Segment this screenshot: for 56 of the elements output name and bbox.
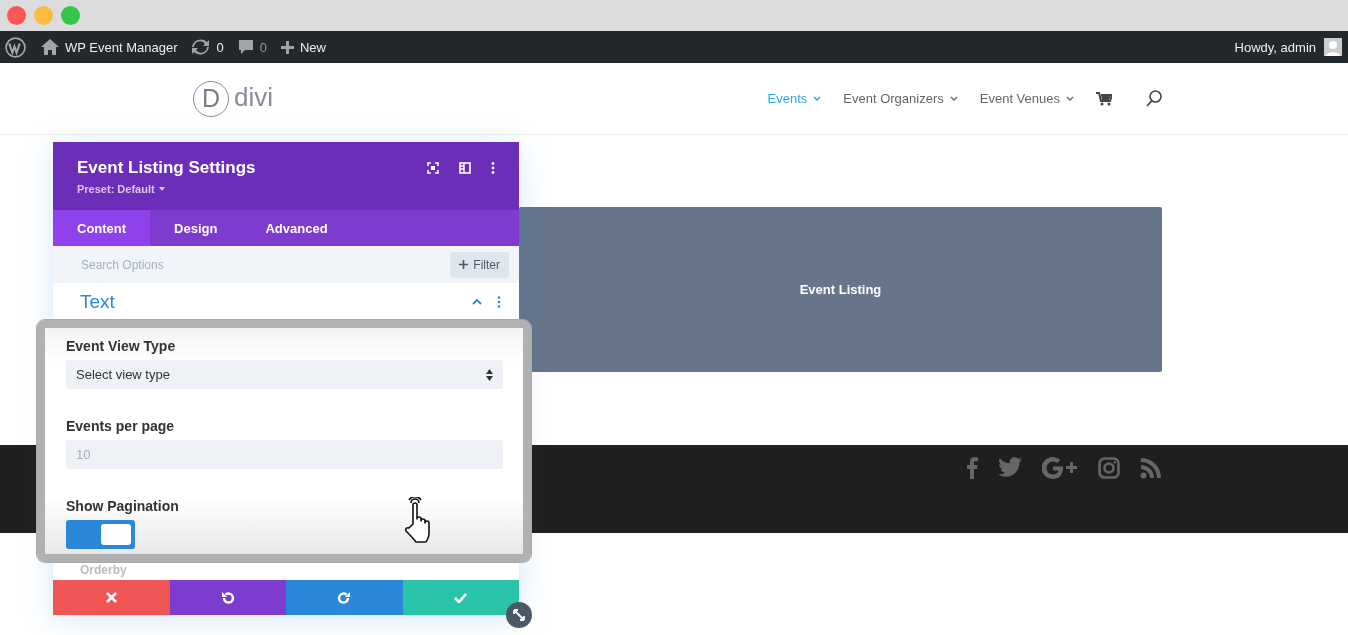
sort-arrows-icon	[486, 368, 493, 381]
redo-icon	[337, 590, 352, 605]
plus-icon[interactable]	[280, 40, 294, 54]
select-field[interactable]: Select view type	[66, 360, 503, 389]
updates-count[interactable]: 0	[216, 39, 224, 55]
save-button[interactable]	[402, 580, 519, 615]
cart-icon[interactable]	[1096, 91, 1112, 106]
columns-icon[interactable]	[459, 162, 471, 174]
toggle-switch[interactable]	[66, 520, 135, 549]
checkmark-icon	[454, 592, 468, 603]
wordpress-logo-icon[interactable]	[5, 36, 26, 58]
preset-selector[interactable]: Preset: Default	[77, 183, 155, 195]
chevron-up-icon[interactable]	[472, 298, 482, 305]
instagram-icon[interactable]	[1098, 457, 1120, 479]
greeting-link[interactable]: Howdy, admin	[1234, 39, 1316, 55]
chevron-down-icon	[949, 96, 958, 101]
google-plus-icon[interactable]	[1042, 457, 1078, 479]
more-icon[interactable]	[491, 162, 495, 174]
number-field[interactable]: 10	[66, 440, 503, 469]
site-name-link[interactable]: WP Event Manager	[65, 39, 178, 55]
twitter-icon[interactable]	[998, 457, 1022, 477]
chevron-down-icon	[813, 96, 822, 101]
field-label: Event View Type	[66, 338, 177, 354]
comments-count[interactable]: 0	[259, 39, 267, 55]
plus-icon	[459, 260, 469, 269]
section-title[interactable]: Text	[80, 290, 472, 313]
logo-text[interactable]: divi	[234, 82, 273, 113]
resize-handle[interactable]	[506, 602, 532, 628]
panel-tab[interactable]: Advanced	[241, 210, 352, 246]
new-link[interactable]: New	[299, 39, 326, 55]
more-icon[interactable]	[497, 295, 501, 308]
undo-icon	[220, 590, 235, 605]
search-field[interactable]: Search Options	[79, 256, 451, 273]
panel-title: Event Listing Settings	[77, 158, 257, 178]
field-label: Show Pagination	[66, 498, 180, 514]
search-icon[interactable]	[1146, 90, 1162, 107]
updates-icon[interactable]	[191, 39, 211, 55]
module-label: Event Listing	[799, 282, 882, 297]
panel-tab[interactable]: Design	[150, 210, 242, 246]
filter-button[interactable]: Filter	[450, 251, 509, 278]
nav-link[interactable]: Event Venues	[979, 91, 1074, 106]
home-icon[interactable]	[41, 39, 59, 55]
field-label: Orderby	[80, 563, 127, 577]
panel-tab[interactable]: Content	[53, 210, 151, 246]
expand-icon[interactable]	[427, 162, 439, 174]
close-window-icon[interactable]	[7, 6, 26, 25]
close-icon	[105, 592, 117, 603]
rss-icon[interactable]	[1140, 457, 1162, 479]
field-label: Events per page	[66, 418, 176, 434]
nav-link[interactable]: Event Organizers	[843, 91, 958, 106]
module-block[interactable]: Event Listing	[519, 207, 1162, 372]
caret-icon[interactable]	[158, 187, 165, 191]
facebook-icon[interactable]	[966, 457, 978, 479]
comment-icon[interactable]	[237, 39, 254, 55]
search-bar[interactable]: Search Options Filter	[53, 246, 519, 283]
chevron-down-icon	[1066, 96, 1074, 101]
